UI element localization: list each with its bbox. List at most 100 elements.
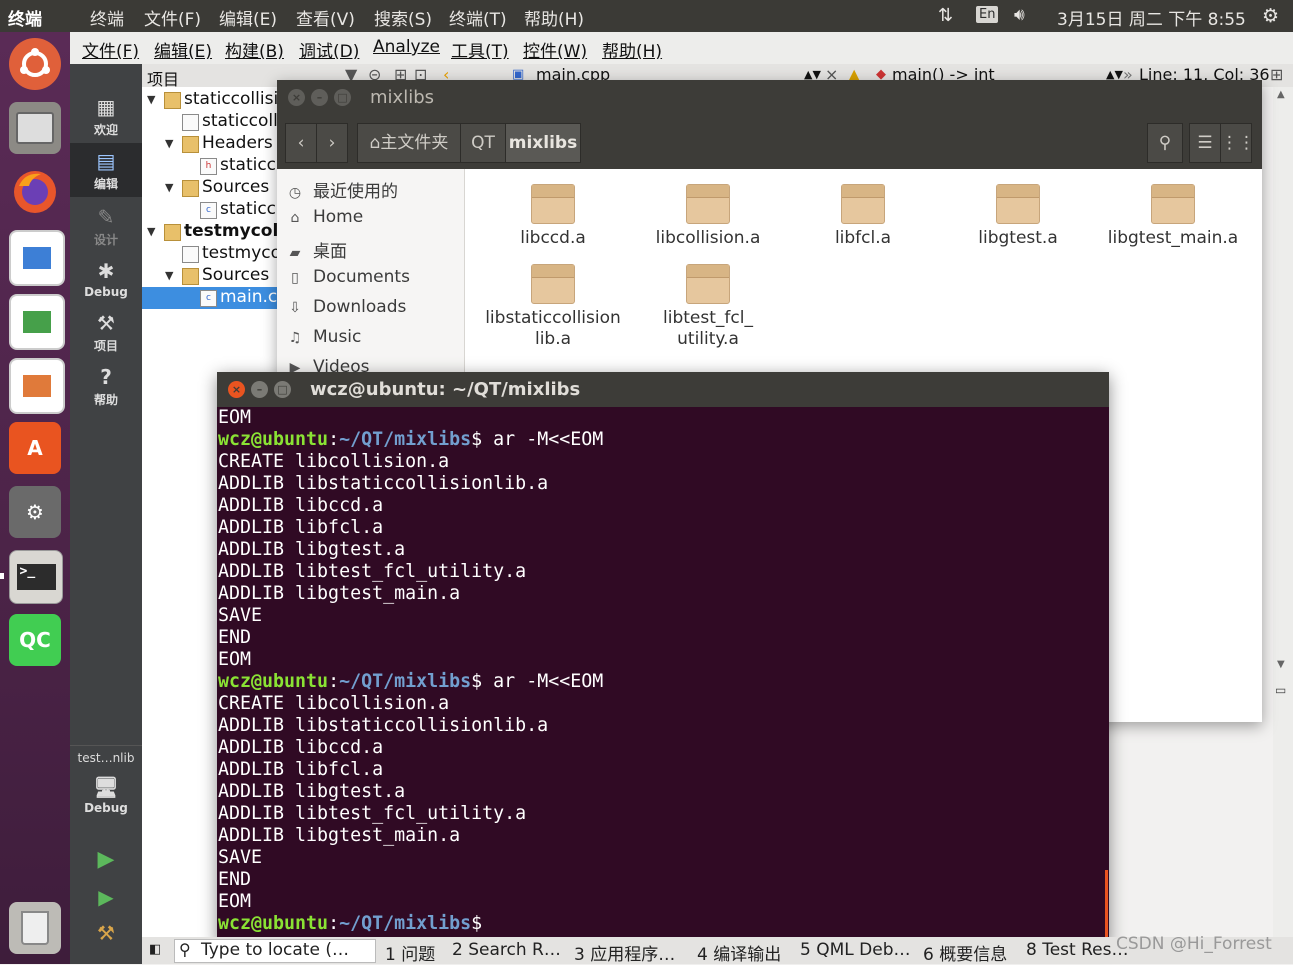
tab-search-results[interactable]: 2 Search R…: [452, 940, 561, 960]
fm-menu-button[interactable]: ⋮⋮: [1220, 123, 1255, 163]
terminal-icon[interactable]: >_: [9, 550, 63, 604]
home-icon: ⌂: [290, 210, 300, 226]
firefox-icon[interactable]: [9, 166, 61, 218]
system-settings-icon[interactable]: ⚙: [9, 486, 61, 538]
qtcreator-icon[interactable]: QC: [9, 614, 61, 666]
tree-item[interactable]: testmyco: [142, 243, 280, 265]
mode-edit[interactable]: ▤ 编辑: [70, 143, 142, 197]
editor-scrollbar[interactable]: ▲ ▼ ▭: [1273, 87, 1293, 937]
sidebar-item-desktop[interactable]: ▰ 桌面: [287, 237, 347, 262]
volume-icon[interactable]: 🔊︎: [1014, 5, 1025, 25]
file-libgtest[interactable]: libgtest.a: [943, 184, 1093, 248]
qt-menu-debug[interactable]: 调试(D): [299, 37, 359, 62]
tree-item[interactable]: staticcoll: [142, 111, 280, 133]
tab-general-messages[interactable]: 6 概要信息: [923, 940, 1007, 965]
qt-menu-tools[interactable]: 工具(T): [451, 37, 509, 62]
terminal-close-button[interactable]: ×: [228, 381, 245, 398]
file-libccd[interactable]: libccd.a: [478, 184, 628, 248]
run-button[interactable]: ▶: [70, 847, 142, 872]
locator-input[interactable]: ⚲ Type to locate (…: [174, 939, 376, 963]
trash-icon[interactable]: [9, 902, 61, 954]
software-center-icon[interactable]: A: [9, 422, 61, 474]
tree-item[interactable]: ▼ testmycolli: [142, 221, 280, 243]
terminal-minimize-button[interactable]: –: [251, 381, 268, 398]
input-method-indicator[interactable]: En: [976, 6, 999, 23]
sidebar-item-home[interactable]: ⌂ Home: [287, 207, 364, 227]
tree-item[interactable]: ▼ Sources: [142, 265, 280, 287]
terminal-scrollbar[interactable]: [1105, 870, 1108, 944]
mode-debug[interactable]: ✱ Debug: [70, 259, 142, 299]
calc-icon[interactable]: [9, 294, 65, 350]
fm-list-view-button[interactable]: ☰: [1189, 123, 1221, 163]
impress-draw-icon[interactable]: [9, 230, 65, 286]
tab-compile-output[interactable]: 4 编译输出: [697, 940, 781, 965]
ubuntu-dash-icon[interactable]: [9, 38, 61, 90]
tree-item[interactable]: ▼ Headers: [142, 133, 280, 155]
fm-forward-button[interactable]: ›: [316, 123, 348, 163]
path-mixlibs-button[interactable]: mixlibs: [505, 123, 581, 163]
tab-test-results[interactable]: 8 Test Res…: [1026, 940, 1128, 960]
path-qt-button[interactable]: QT: [460, 123, 506, 163]
qt-menu-help[interactable]: 帮助(H): [602, 37, 662, 62]
mode-welcome[interactable]: ▦ 欢迎: [70, 95, 142, 138]
system-top-bar: 终端 终端 文件(F) 编辑(E) 查看(V) 搜索(S) 终端(T) 帮助(H…: [0, 0, 1293, 32]
menu-terminal[interactable]: 终端: [90, 5, 124, 30]
terminal-maximize-button[interactable]: □: [274, 381, 291, 398]
terminal-output[interactable]: EOM wcz@ubuntu:~/QT/mixlibs$ ar -M<<EOM CR…: [218, 407, 1104, 944]
fm-close-button[interactable]: ×: [288, 89, 305, 106]
mode-help[interactable]: ? 帮助: [70, 365, 142, 408]
power-gear-icon[interactable]: ⚙: [1262, 5, 1279, 27]
toggle-sidebar-icon[interactable]: ◧: [149, 942, 161, 957]
kit-selector[interactable]: 🖥︎ Debug: [70, 775, 142, 815]
menu-search[interactable]: 搜索(S): [374, 5, 432, 30]
fm-maximize-button[interactable]: □: [334, 89, 351, 106]
menu-terminal-t[interactable]: 终端(T): [449, 5, 507, 30]
clock[interactable]: 3月15日 周二 下午 8:55: [1057, 5, 1246, 30]
tree-item[interactable]: h staticc: [142, 155, 280, 177]
impress-icon[interactable]: [9, 358, 65, 414]
menu-file[interactable]: 文件(F): [144, 5, 201, 30]
tree-item[interactable]: ▼ staticcollisi: [142, 89, 280, 111]
tree-item-selected[interactable]: c main.c: [142, 287, 280, 309]
project-icon: [164, 224, 181, 241]
tree-item[interactable]: ▼ Sources: [142, 177, 280, 199]
menu-help[interactable]: 帮助(H): [524, 5, 584, 30]
scroll-down-icon[interactable]: ▼: [1277, 659, 1285, 670]
terminal-line: SAVE: [218, 605, 263, 626]
fm-back-button[interactable]: ‹: [285, 123, 317, 163]
split-editor-icon[interactable]: ⊞: [1270, 65, 1283, 84]
files-icon[interactable]: [9, 102, 61, 154]
tab-issues[interactable]: 1 问题: [385, 940, 435, 965]
network-icon[interactable]: ⇅: [938, 5, 953, 26]
tab-qml-debug[interactable]: 5 QML Deb…: [800, 940, 910, 960]
output-toggle-icon[interactable]: ▭: [1275, 683, 1286, 697]
menu-view[interactable]: 查看(V): [296, 5, 355, 30]
sidebar-item-downloads[interactable]: ⇩ Downloads: [287, 297, 406, 317]
sidebar-item-documents[interactable]: ▯ Documents: [287, 267, 410, 287]
debug-run-button[interactable]: ▶: [70, 885, 142, 909]
file-libgtest-main[interactable]: libgtest_main.a: [1098, 184, 1248, 248]
menu-edit[interactable]: 编辑(E): [219, 5, 277, 30]
fm-minimize-button[interactable]: –: [311, 89, 328, 106]
build-button[interactable]: ⚒: [70, 921, 142, 945]
tab-app-output[interactable]: 3 应用程序…: [574, 940, 675, 965]
sidebar-item-music[interactable]: ♫ Music: [287, 327, 362, 347]
path-home-button[interactable]: ⌂主文件夹: [357, 123, 461, 163]
qt-menu-file[interactable]: 文件(F): [82, 37, 139, 62]
mode-design[interactable]: ✎ 设计: [70, 205, 142, 248]
qt-menu-build[interactable]: 构建(B): [225, 37, 284, 62]
qt-menu-analyze[interactable]: Analyze: [373, 37, 440, 57]
scroll-up-icon[interactable]: ▲: [1277, 89, 1285, 100]
qt-menu-edit[interactable]: 编辑(E): [154, 37, 212, 62]
file-libstaticcollisionlib[interactable]: libstaticcollision lib.a: [478, 264, 628, 350]
mode-projects[interactable]: ⚒ 项目: [70, 311, 142, 354]
qt-menu-widgets[interactable]: 控件(W): [523, 37, 587, 62]
archive-icon: [841, 184, 885, 224]
sidebar-item-recent[interactable]: ◷ 最近使用的: [287, 177, 398, 202]
file-libtest-fcl-utility[interactable]: libtest_fcl_ utility.a: [633, 264, 783, 350]
file-libcollision[interactable]: libcollision.a: [633, 184, 783, 248]
fm-search-button[interactable]: ⚲: [1147, 123, 1183, 163]
tree-item[interactable]: c staticc: [142, 199, 280, 221]
bug-icon: ✱: [97, 259, 115, 283]
file-libfcl[interactable]: libfcl.a: [788, 184, 938, 248]
